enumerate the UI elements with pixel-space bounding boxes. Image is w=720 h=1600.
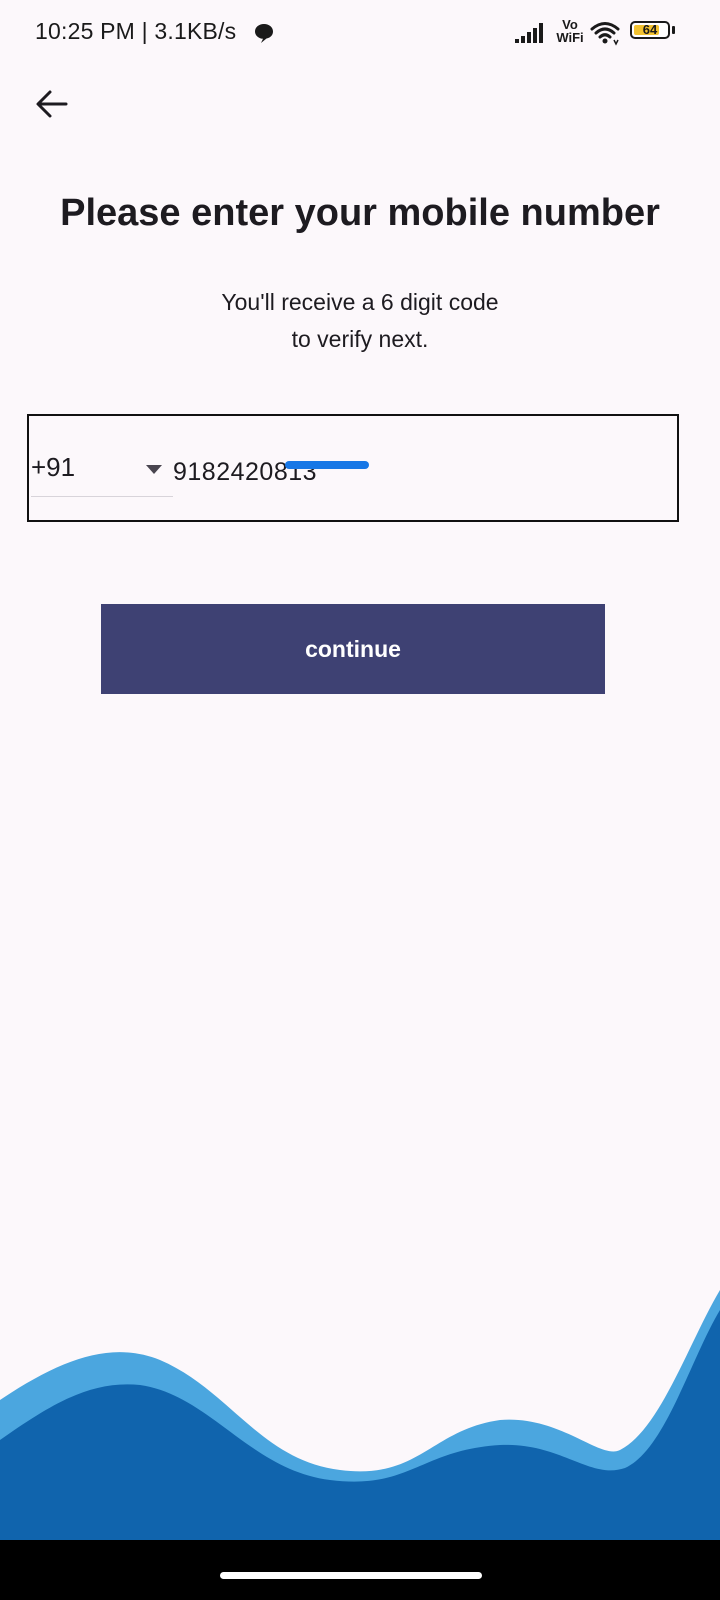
phone-number-input[interactable]	[173, 452, 653, 492]
home-indicator[interactable]	[220, 1572, 482, 1579]
subtitle: You'll receive a 6 digit code to verify …	[221, 289, 499, 352]
arrow-left-icon	[36, 90, 68, 118]
signal-icon	[515, 23, 543, 43]
decorative-wave	[0, 1290, 720, 1540]
vowifi-label: Vo WiFi	[553, 18, 587, 44]
battery-tip	[672, 26, 675, 34]
wave-dark-layer	[0, 1310, 720, 1540]
country-code-dropdown[interactable]: +91	[31, 452, 173, 497]
page-title: Please enter your mobile number	[60, 192, 660, 234]
vowifi-text: Vo WiFi	[556, 17, 584, 45]
chat-bubble-icon	[255, 24, 273, 43]
country-code-text: +91	[31, 452, 76, 482]
dropdown-arrow-icon	[146, 465, 162, 474]
status-time: 10:25 PM | 3.1KB/s	[35, 18, 237, 44]
status-bar: 10:25 PM | 3.1KB/s Vo WiFi 64	[0, 0, 720, 70]
battery-level: 64	[642, 22, 658, 37]
phone-input-container: +91	[27, 414, 679, 522]
navigation-bar	[0, 1540, 720, 1600]
back-button[interactable]	[30, 82, 74, 126]
continue-button[interactable]: continue	[101, 604, 605, 694]
battery-icon: 64	[630, 21, 678, 43]
wifi-icon	[590, 22, 620, 46]
redaction-mark	[285, 461, 369, 469]
